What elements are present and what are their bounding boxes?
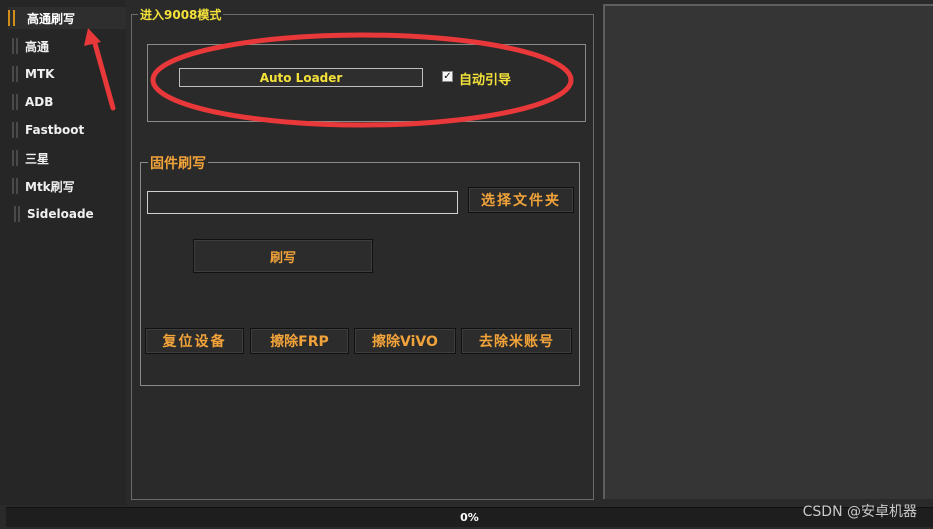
- edl-section-title: 进入9008模式: [138, 6, 224, 23]
- tab-marker-icon: [12, 94, 18, 110]
- sidebar-item-adb[interactable]: ADB: [12, 91, 53, 113]
- firmware-section-title: 固件刷写: [148, 153, 208, 173]
- flash-button[interactable]: 刷写: [193, 239, 373, 273]
- reset-device-button[interactable]: 复位设备: [145, 328, 244, 354]
- progress-bar: 0%: [6, 507, 933, 527]
- sidebar-item-sideload[interactable]: Sideloade: [14, 203, 94, 225]
- sidebar-item-label: Sideloade: [27, 207, 94, 221]
- tab-marker-icon: [12, 150, 18, 166]
- firmware-path-input[interactable]: [147, 191, 458, 214]
- auto-boot-checkbox[interactable]: ✓: [442, 71, 453, 82]
- sidebar-item-qualcomm[interactable]: 高通: [12, 35, 49, 57]
- sidebar-item-fastboot[interactable]: Fastboot: [12, 119, 84, 141]
- sidebar-item-label: 高通刷写: [27, 11, 76, 26]
- tab-marker-icon: [8, 10, 15, 26]
- erase-frp-button[interactable]: 擦除FRP: [250, 328, 349, 354]
- auto-boot-label: 自动引导: [459, 73, 512, 88]
- watermark: CSDN @安卓机器: [802, 504, 917, 520]
- sidebar-item-label: 高通: [25, 39, 50, 54]
- sidebar-item-label: Mtk刷写: [25, 179, 75, 194]
- sidebar-item-qualcomm-flash[interactable]: 高通刷写: [8, 7, 126, 29]
- tab-marker-icon: [12, 178, 18, 194]
- sidebar-item-label: MTK: [25, 67, 55, 81]
- tab-marker-icon: [14, 206, 20, 222]
- auto-loader-button[interactable]: Auto Loader: [179, 68, 423, 87]
- sidebar-item-samsung[interactable]: 三星: [12, 147, 49, 169]
- erase-vivo-button[interactable]: 擦除ViVO: [354, 328, 456, 354]
- sidebar-item-mtk-flash[interactable]: Mtk刷写: [12, 175, 75, 197]
- tab-marker-icon: [12, 66, 18, 82]
- sidebar: 高通刷写 高通 MTK ADB Fastboot 三星 Mtk刷写 Sidelo…: [0, 0, 126, 505]
- sidebar-item-label: 三星: [25, 151, 50, 166]
- progress-text: 0%: [460, 511, 479, 524]
- remove-mi-account-button[interactable]: 去除米账号: [461, 328, 572, 354]
- sidebar-item-label: ADB: [25, 95, 54, 109]
- select-folder-button[interactable]: 选择文件夹: [468, 187, 574, 213]
- sidebar-item-label: Fastboot: [25, 123, 85, 137]
- log-output-pane[interactable]: [603, 4, 933, 499]
- tab-marker-icon: [12, 38, 18, 54]
- sidebar-item-mtk[interactable]: MTK: [12, 63, 54, 85]
- tab-marker-icon: [12, 122, 18, 138]
